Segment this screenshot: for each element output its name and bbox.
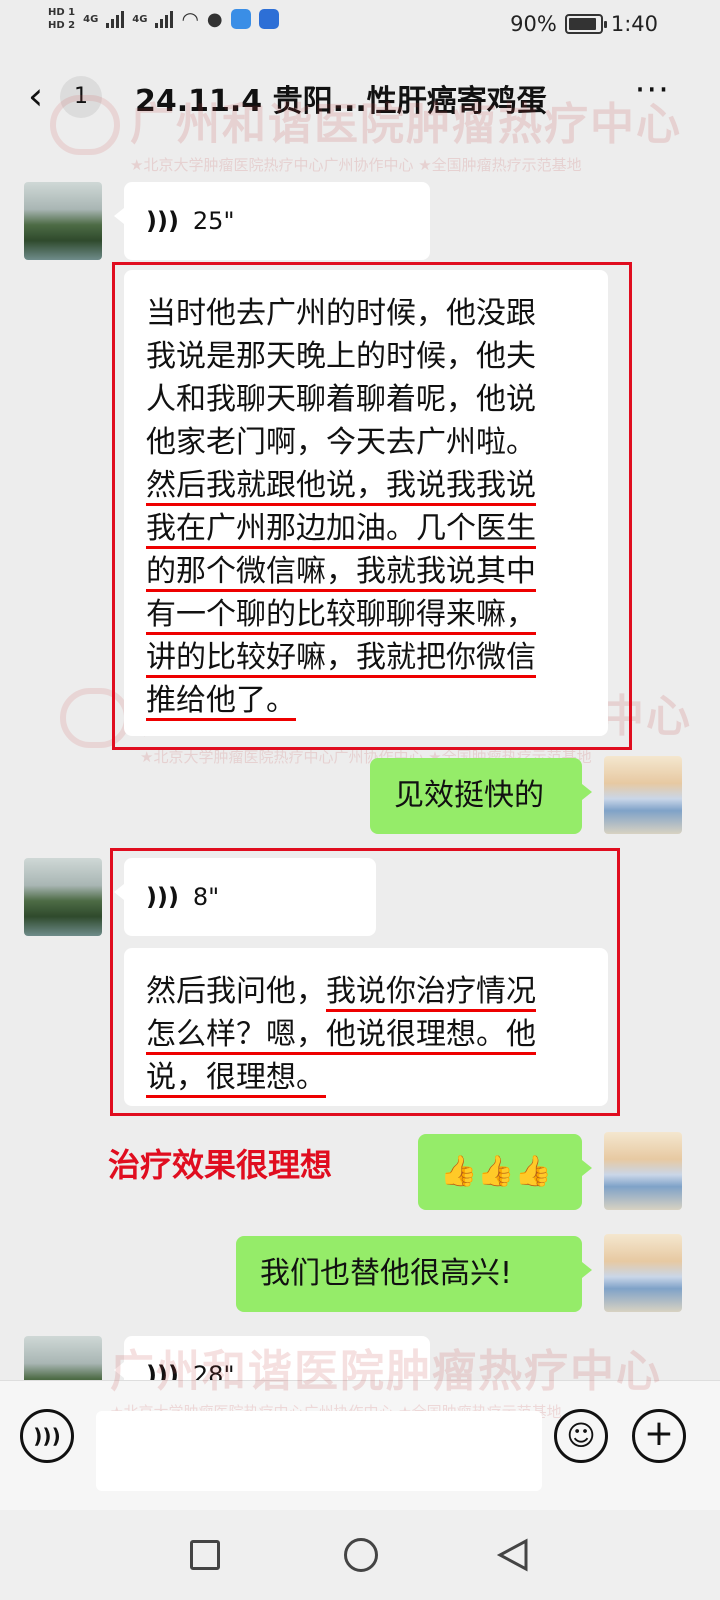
sent-message[interactable]: 👍👍👍 [418, 1134, 592, 1210]
more-icon[interactable]: ··· [635, 70, 670, 110]
watermark-subtitle: ★北京大学肿瘤医院热疗中心广州协作中心 ★全国肿瘤热疗示范基地 [130, 156, 582, 174]
voice-wave-icon: ))) [146, 206, 179, 235]
highlight-box [112, 262, 632, 750]
status-left: HD 1 HD 2 4G 4G ◠ ● [48, 6, 279, 32]
signal1-icon [106, 10, 125, 28]
watermark-logo-icon [50, 95, 120, 155]
wifi-icon: ◠ [181, 7, 199, 31]
status-right: 90% 1:40 [510, 12, 658, 36]
app-notify-icon-2 [258, 9, 279, 29]
nav-home-icon[interactable] [344, 1538, 378, 1572]
my-avatar[interactable] [604, 1132, 682, 1210]
sent-message[interactable]: 见效挺快的 [370, 758, 592, 834]
contact-avatar[interactable] [24, 182, 102, 260]
plus-icon[interactable]: + [632, 1409, 686, 1463]
highlight-box [110, 848, 620, 1116]
voice-mode-icon[interactable]: ))) [20, 1409, 74, 1463]
battery-percent: 90% [510, 12, 557, 36]
wechat-icon: ● [206, 8, 223, 30]
battery-icon [564, 14, 607, 34]
contact-avatar[interactable] [24, 858, 102, 936]
my-avatar[interactable] [604, 1234, 682, 1312]
signal2-icon [155, 10, 174, 28]
message-input[interactable] [96, 1411, 542, 1491]
sent-message-text: 我们也替他很高兴! [260, 1256, 513, 1291]
my-avatar[interactable] [604, 756, 682, 834]
back-chevron-icon[interactable]: ‹ [28, 74, 43, 118]
thumbs-up-icon: 👍👍👍 [440, 1154, 553, 1189]
system-nav-bar [0, 1510, 720, 1600]
hd2-label: HD 2 [48, 20, 76, 31]
status-bar: HD 1 HD 2 4G 4G ◠ ● 90% 1:40 [0, 0, 720, 50]
input-bar: 广州和谐医院肿瘤热疗中心 ★北京大学肿瘤医院热疗中心广州协作中心 ★全国肿瘤热疗… [0, 1346, 720, 1510]
net1-label: 4G [83, 13, 99, 25]
app-notify-icon [230, 9, 251, 29]
hd-indicator: HD 1 HD 2 [48, 6, 75, 32]
sent-message[interactable]: 我们也替他很高兴! [236, 1236, 592, 1312]
hd1-label: HD 1 [48, 7, 76, 18]
emoji-icon[interactable]: ☺ [554, 1409, 608, 1463]
nav-back-icon[interactable] [496, 1538, 530, 1572]
battery-fill [568, 18, 596, 30]
sent-message-text: 见效挺快的 [394, 778, 544, 813]
nav-recent-icon[interactable] [190, 1540, 220, 1570]
chat-title: 24.11.4 贵阳...性肝癌寄鸡蛋 [135, 84, 547, 119]
voice-message[interactable]: ))) 25" [114, 182, 430, 260]
voice-duration: 25" [192, 206, 235, 235]
net2-label: 4G [132, 13, 148, 25]
clock: 1:40 [610, 12, 658, 36]
annotation-text: 治疗效果很理想 [108, 1146, 333, 1184]
